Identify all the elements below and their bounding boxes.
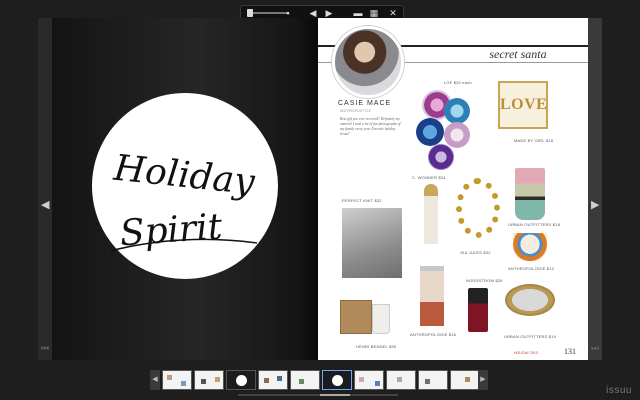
author-name: CASIE MACE	[338, 100, 392, 107]
left-side-strip: ◀ ⏮	[38, 18, 52, 360]
label-chain: OIA JULES $32	[460, 250, 491, 255]
candle-glass	[372, 304, 390, 334]
agate-coaster-purple	[428, 144, 454, 170]
gold-chain-bracelet	[456, 178, 500, 238]
label-agate: C. WONDER $24	[412, 175, 446, 180]
thumbnail[interactable]	[290, 370, 320, 390]
thumbnail[interactable]	[258, 370, 288, 390]
thumbnail-prev-icon[interactable]: ◀	[150, 370, 160, 390]
label-brushes: URBAN OUTFITTERS $18	[508, 222, 561, 227]
thumbnail[interactable]	[386, 370, 416, 390]
section-title: secret santa	[489, 47, 547, 61]
makeup-brushes	[515, 168, 545, 220]
issuu-logo[interactable]: issuu	[606, 385, 632, 396]
spirit-text: Spirit	[118, 206, 224, 254]
tea-tin	[420, 266, 444, 326]
previous-page-arrow-icon[interactable]: ◀	[41, 198, 49, 211]
label-tin: ANTHROPOLOGIE $16	[410, 332, 457, 337]
love-sign: LOVE	[498, 81, 548, 129]
thumbnail[interactable]	[354, 370, 384, 390]
label-love: MADE BY GIRL $18	[514, 138, 554, 143]
author-subtitle: ANTHROPOSTYLE	[340, 109, 371, 113]
agate-coaster-navy	[416, 118, 444, 146]
holiday-text: Holiday	[111, 148, 257, 204]
label-tray: URBAN OUTFITTERS $19	[504, 334, 557, 339]
thumbnail[interactable]	[194, 370, 224, 390]
zoom-slider-knob[interactable]	[247, 9, 253, 17]
next-page-arrow-icon[interactable]: ▶	[591, 198, 599, 211]
thumbnail-scrollbar[interactable]	[238, 394, 398, 396]
label-candle: HENRI BENDEL $30	[356, 344, 397, 349]
first-page-icon[interactable]: ⏮	[41, 343, 49, 354]
thumbnail[interactable]	[418, 370, 448, 390]
knit-glove-image	[342, 208, 402, 278]
spine-shadow	[296, 18, 318, 360]
thumbnail-next-icon[interactable]: ▶	[478, 370, 488, 390]
label-polish: NORDSTROM $26	[466, 278, 503, 283]
right-side-strip: ▶ ⏭	[588, 18, 602, 360]
holiday-spirit-lettering: Holiday Spirit	[109, 148, 258, 254]
author-bio: Best gift you ever received? Definitely …	[340, 117, 401, 136]
right-page[interactable]: secret santa CASIE MACE ANTHROPOSTYLE Be…	[318, 18, 588, 360]
thumbnail[interactable]	[450, 370, 480, 390]
label-top: LOF $20 each	[444, 80, 472, 85]
nail-polish-bottle	[468, 288, 488, 332]
label-mug: ANTHROPOLOGIE $12	[508, 266, 555, 271]
label-scarf: PERFECT KNIT $32	[342, 198, 382, 203]
tassel-keychain	[424, 184, 438, 244]
thumbnail-current[interactable]	[322, 370, 352, 390]
candle-box	[340, 300, 372, 334]
holiday-circle: Holiday Spirit	[92, 93, 278, 279]
author-avatar	[332, 26, 404, 98]
page-number: 131	[564, 347, 576, 356]
agate-coaster-blue	[444, 98, 470, 124]
thumbnail-bar: ◀ ▶	[150, 368, 490, 392]
page-footer: HOLIDAY 2013	[514, 351, 538, 355]
anthropologie-mug	[513, 233, 547, 261]
thumbnail[interactable]	[162, 370, 192, 390]
left-page[interactable]: Holiday Spirit	[52, 18, 318, 360]
last-page-icon[interactable]: ⏭	[591, 343, 599, 354]
thumbnail-scroll-thumb[interactable]	[320, 394, 350, 396]
agate-coaster-lavender	[444, 122, 470, 148]
jewelry-tray	[505, 284, 555, 316]
thumbnail[interactable]	[226, 370, 256, 390]
